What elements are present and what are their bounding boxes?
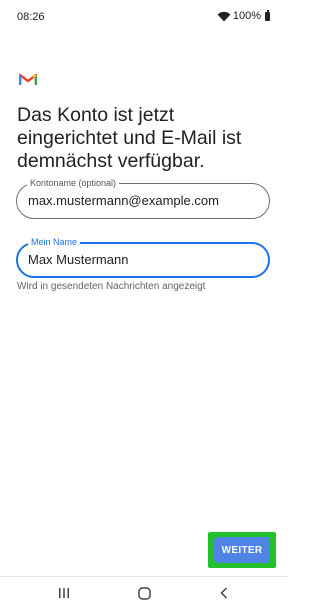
my-name-field[interactable]: Mein Name	[16, 236, 270, 278]
recents-icon	[59, 588, 69, 598]
status-time: 08:26	[17, 11, 45, 23]
back-icon	[220, 587, 228, 599]
gmail-logo	[19, 73, 37, 85]
account-name-field[interactable]: Kontoname (optional)	[16, 177, 270, 219]
account-name-input[interactable]	[28, 193, 258, 208]
wifi-icon	[217, 11, 231, 21]
my-name-label: Mein Name	[28, 236, 81, 248]
recents-button[interactable]	[54, 585, 74, 601]
home-icon	[137, 586, 151, 600]
next-button[interactable]: WEITER	[214, 537, 270, 563]
home-button[interactable]	[134, 585, 154, 601]
status-bar: 08:26 100%	[0, 0, 288, 34]
back-button[interactable]	[214, 585, 234, 601]
account-name-label: Kontoname (optional)	[27, 177, 120, 189]
battery-icon	[265, 9, 270, 21]
battery-percent: 100%	[232, 10, 261, 22]
navigation-bar	[0, 576, 288, 609]
status-icons: 100%	[217, 9, 270, 22]
my-name-input[interactable]	[28, 252, 258, 267]
name-helper-text: Wird in gesendeten Nachrichten angezeigt	[17, 281, 206, 292]
page-title: Das Konto ist jetzt eingerichtet und E-M…	[17, 104, 242, 172]
